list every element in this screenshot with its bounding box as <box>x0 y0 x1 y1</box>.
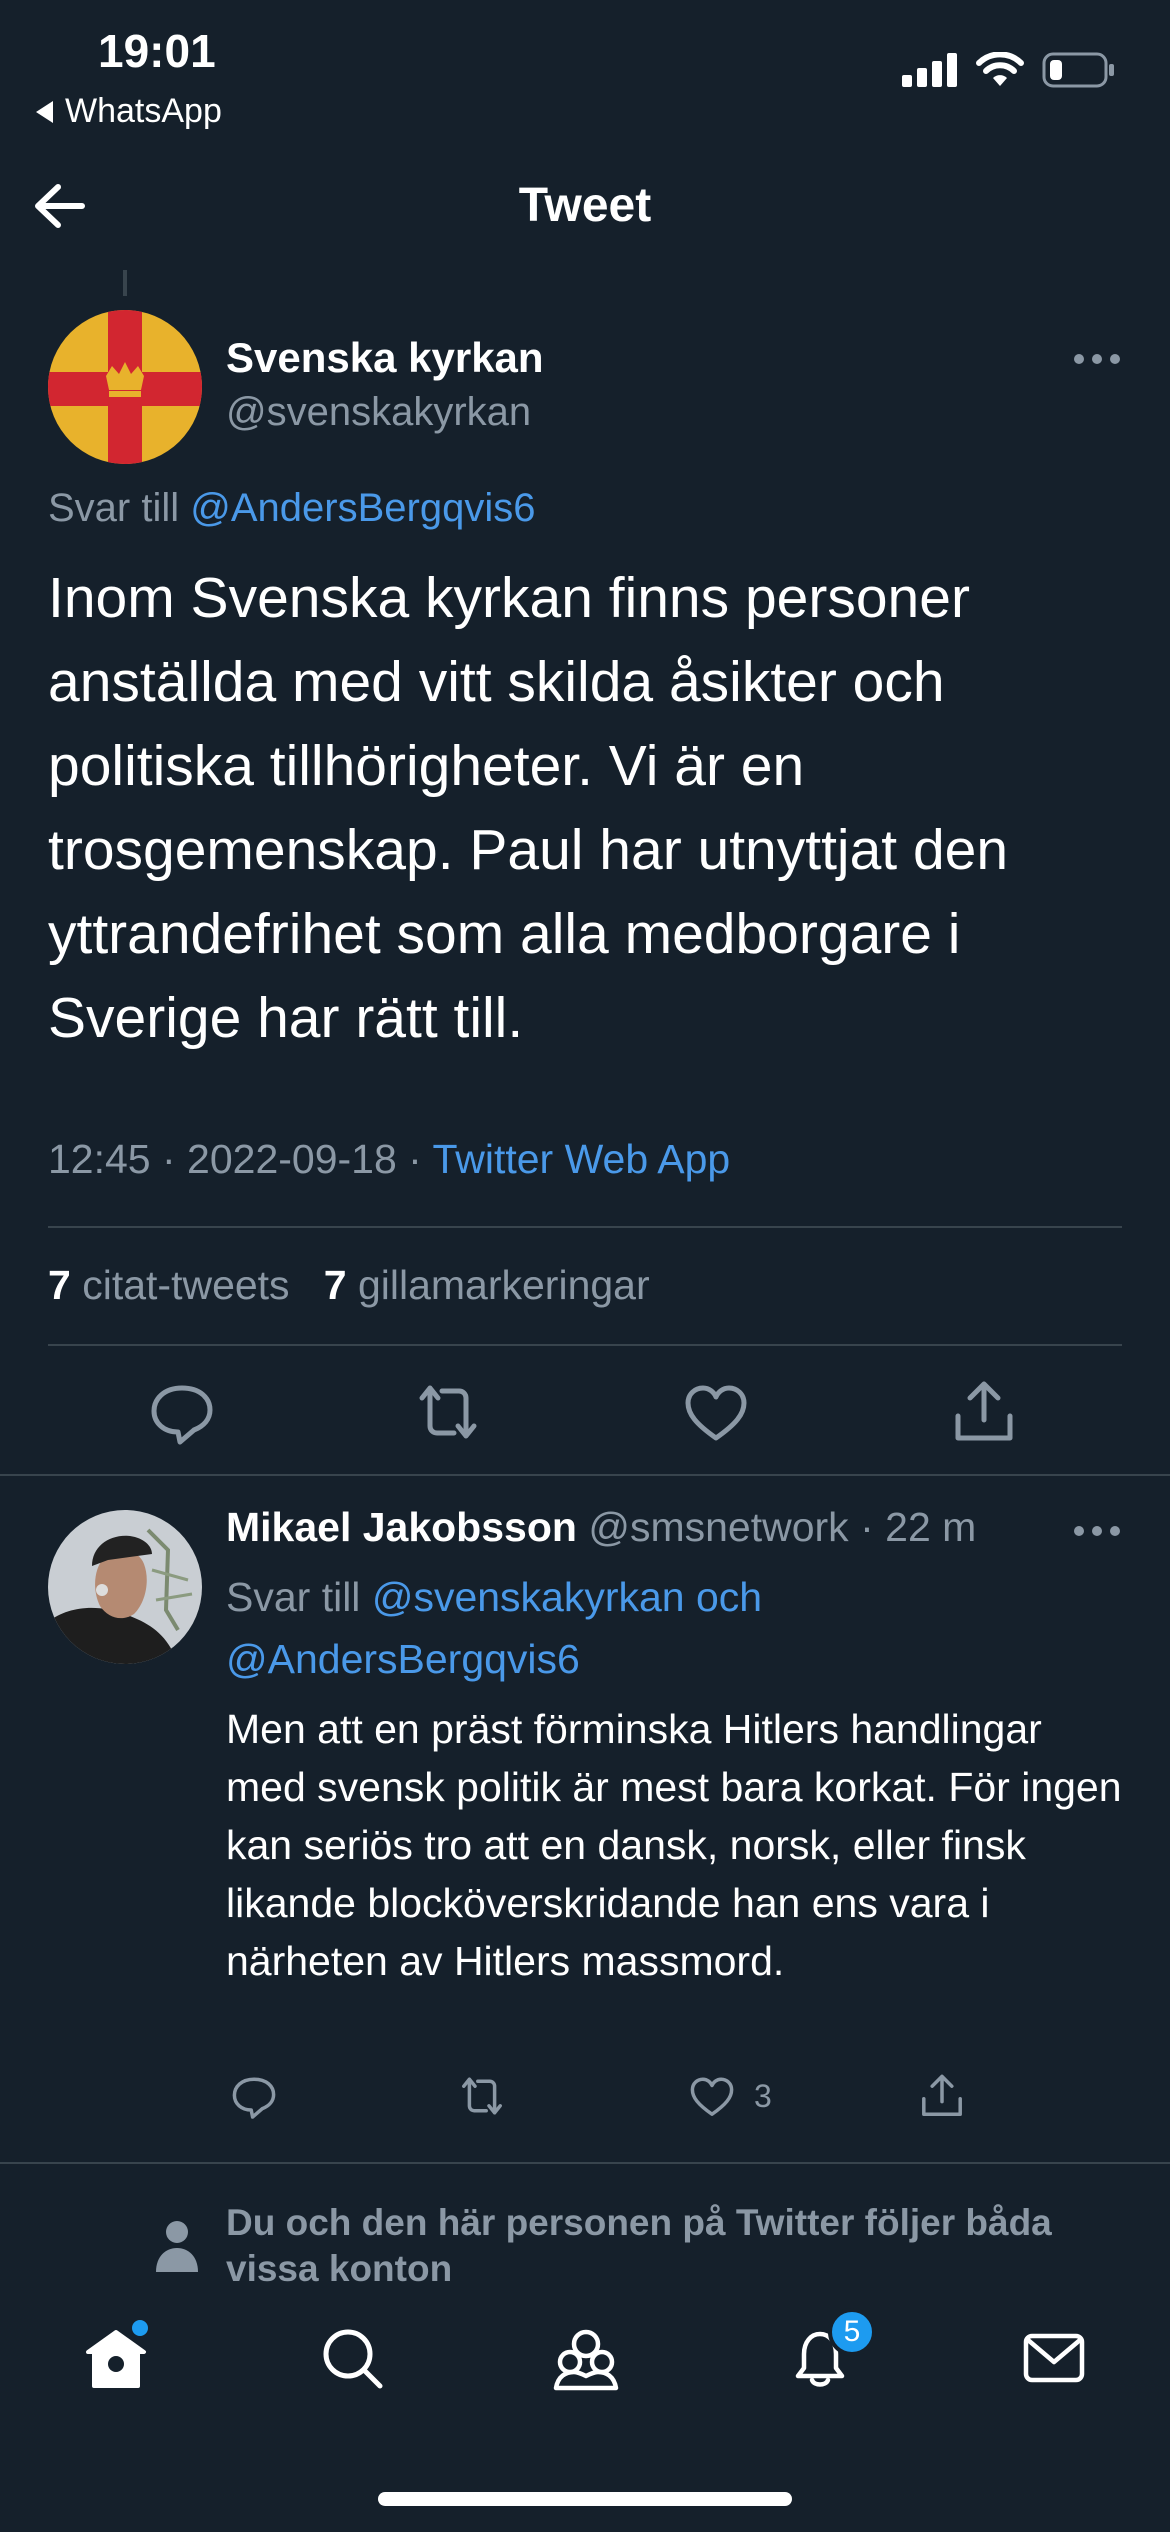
heart-icon <box>685 1385 747 1441</box>
mention-link[interactable]: @AndersBergqvis6 <box>226 1636 580 1682</box>
reply-reply-button[interactable] <box>226 2068 282 2124</box>
share-icon <box>955 1381 1013 1441</box>
replying-to: Svar till @AndersBergqvis6 <box>48 486 535 531</box>
reply-replying-prefix: Svar till <box>226 1574 361 1620</box>
share-icon <box>922 2074 962 2116</box>
church-logo-icon <box>48 310 202 464</box>
notifications-badge: 5 <box>828 2308 876 2356</box>
like-button[interactable] <box>676 1376 756 1448</box>
reply-icon <box>151 1385 213 1445</box>
messages-icon <box>1023 2333 1085 2383</box>
divider <box>0 2162 1170 2164</box>
person-icon <box>154 2218 200 2274</box>
signal-icon <box>902 53 957 87</box>
tweet-text: Inom Svenska kyrkan finns personer anstä… <box>48 566 1009 1050</box>
mention-link[interactable]: @svenskakyrkan och <box>372 1574 762 1620</box>
reply-author-name[interactable]: Mikael Jakobsson <box>226 1504 577 1550</box>
back-to-app-link[interactable]: WhatsApp <box>36 92 222 131</box>
author-name[interactable]: Svenska kyrkan <box>226 334 544 382</box>
tab-home[interactable] <box>76 2318 156 2398</box>
tweet-meta: 12:45 · 2022-09-18 · Twitter Web App <box>48 1136 730 1183</box>
divider <box>48 1344 1122 1346</box>
back-triangle-icon <box>36 100 53 123</box>
avatar[interactable] <box>48 310 202 464</box>
tab-communities[interactable] <box>546 2318 626 2398</box>
search-icon <box>323 2329 383 2389</box>
share-button[interactable] <box>944 1376 1024 1448</box>
tab-messages[interactable] <box>1014 2318 1094 2398</box>
retweet-icon <box>462 2077 502 2115</box>
reply-icon <box>232 2077 276 2119</box>
thread-line <box>123 270 127 296</box>
engagement-counts: 7 citat-tweets 7 gillamarkeringar <box>48 1262 650 1309</box>
battery-icon <box>1042 52 1114 88</box>
home-indicator[interactable] <box>378 2492 792 2506</box>
quote-count: 7 <box>48 1262 71 1308</box>
profile-photo-icon <box>48 1510 202 1664</box>
reply-text: Men att en präst förminska Hitlers handl… <box>226 1706 1122 1984</box>
wifi-icon <box>976 52 1024 86</box>
mutual-follow-note: Du och den här personen på Twitter följe… <box>226 2202 1052 2284</box>
retweet-icon <box>419 1385 477 1439</box>
reply-share-button[interactable] <box>914 2068 970 2124</box>
author-handle[interactable]: @svenskakyrkan <box>226 390 531 435</box>
quote-label: citat-tweets <box>82 1262 290 1308</box>
likes-link[interactable]: 7 gillamarkeringar <box>324 1262 650 1308</box>
communities-icon <box>553 2329 619 2391</box>
reply-time: · 22 m <box>860 1504 977 1550</box>
mention-link[interactable]: @AndersBergqvis6 <box>190 486 535 530</box>
arrow-left-icon <box>35 184 85 228</box>
status-time: 19:01 <box>98 25 216 77</box>
reply-replying-to: Svar till @svenskakyrkan och @AndersBerg… <box>226 1566 1106 1690</box>
reply-header: Mikael Jakobsson @smsnetwork · 22 m <box>226 1504 976 1551</box>
quote-tweets-link[interactable]: 7 citat-tweets <box>48 1262 290 1308</box>
page-title: Tweet <box>518 179 652 232</box>
likes-count: 7 <box>323 1262 347 1308</box>
tweet-source-link[interactable]: Twitter Web App <box>432 1136 730 1182</box>
tab-notifications[interactable]: 5 <box>780 2308 876 2398</box>
back-app-label: WhatsApp <box>65 92 222 130</box>
home-unread-dot <box>132 2320 148 2336</box>
tweet-timestamp: 12:45 · 2022-09-18 · <box>48 1136 433 1182</box>
back-button[interactable] <box>30 178 90 234</box>
reply-more-options-icon[interactable] <box>1074 1524 1120 1538</box>
reply-button[interactable] <box>142 1376 222 1448</box>
likes-label: gillamarkeringar <box>357 1262 650 1308</box>
heart-icon <box>690 2077 734 2116</box>
reply-like-count: 3 <box>754 2077 772 2114</box>
replying-prefix: Svar till <box>48 486 180 530</box>
more-options-icon[interactable] <box>1074 352 1120 366</box>
status-icons <box>902 52 1116 88</box>
tab-search[interactable] <box>312 2318 392 2398</box>
reply-avatar[interactable] <box>48 1510 202 1664</box>
reply-retweet-button[interactable] <box>454 2068 510 2124</box>
reply-like-button[interactable]: 3 <box>684 2068 772 2124</box>
retweet-button[interactable] <box>408 1376 488 1448</box>
divider <box>48 1226 1122 1228</box>
reply-author-handle[interactable]: @smsnetwork <box>588 1504 848 1550</box>
divider <box>0 1474 1170 1476</box>
